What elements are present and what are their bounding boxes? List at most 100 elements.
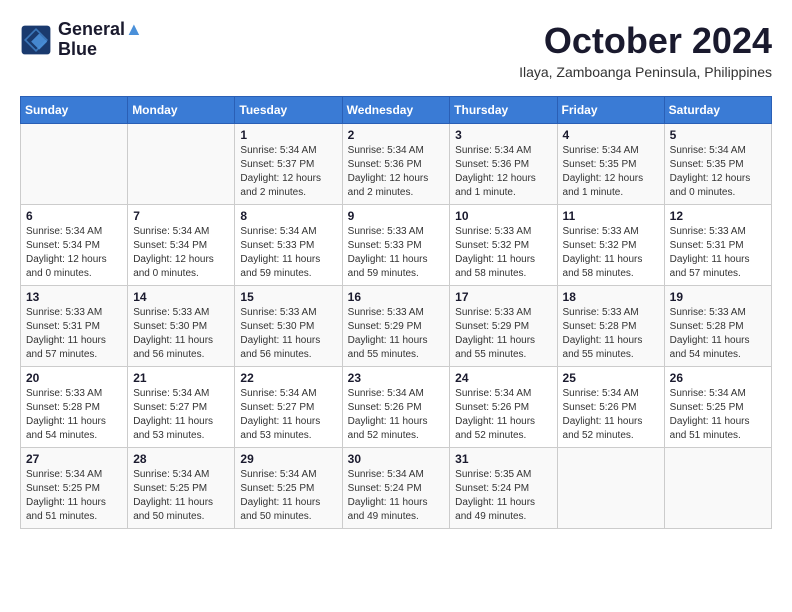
calendar-cell: 4Sunrise: 5:34 AM Sunset: 5:35 PM Daylig… [557,124,664,205]
header-day-wednesday: Wednesday [342,97,450,124]
calendar-cell: 19 Sunrise: 5:33 AM Sunset: 5:28 PM Dayli… [664,286,771,367]
day-info: Sunrise: 5:33 AM Sunset: 5:29 PM Dayligh… [348,306,445,362]
day-info: Sunrise: 5:33 AM Sunset: 5:30 PM Dayligh… [240,306,336,362]
logo-text: General▲ Blue [58,20,143,60]
calendar-cell: 20 Sunrise: 5:33 AM Sunset: 5:28 PM Dayli… [21,367,128,448]
day-number: 7 [133,209,229,223]
day-info: Sunrise: 5:34 AM Sunset: 5:36 PM Dayligh… [348,144,445,200]
calendar-cell: 21 Sunrise: 5:34 AM Sunset: 5:27 PM Dayli… [128,367,235,448]
calendar-cell: 18 Sunrise: 5:33 AM Sunset: 5:28 PM Dayli… [557,286,664,367]
calendar-header: SundayMondayTuesdayWednesdayThursdayFrid… [21,97,772,124]
calendar-cell: 15 Sunrise: 5:33 AM Sunset: 5:30 PM Dayli… [235,286,342,367]
calendar-cell: 10Sunrise: 5:33 AM Sunset: 5:32 PM Dayli… [450,205,557,286]
day-number: 11 [563,209,659,223]
header-day-thursday: Thursday [450,97,557,124]
day-info: Sunrise: 5:33 AM Sunset: 5:31 PM Dayligh… [670,225,766,281]
day-number: 29 [240,452,336,466]
day-number: 2 [348,128,445,142]
day-info: Sunrise: 5:33 AM Sunset: 5:28 PM Dayligh… [670,306,766,362]
day-number: 3 [455,128,551,142]
header-day-sunday: Sunday [21,97,128,124]
day-number: 28 [133,452,229,466]
calendar-cell: 13 Sunrise: 5:33 AM Sunset: 5:31 PM Dayli… [21,286,128,367]
day-info: Sunrise: 5:34 AM Sunset: 5:27 PM Dayligh… [240,387,336,443]
day-number: 21 [133,371,229,385]
calendar-cell: 30Sunrise: 5:34 AM Sunset: 5:24 PM Dayli… [342,448,450,529]
calendar-cell: 6 Sunrise: 5:34 AM Sunset: 5:34 PM Daylig… [21,205,128,286]
day-info: Sunrise: 5:33 AM Sunset: 5:29 PM Dayligh… [455,306,551,362]
day-info: Sunrise: 5:34 AM Sunset: 5:36 PM Dayligh… [455,144,551,200]
day-number: 14 [133,290,229,304]
logo-icon [20,24,52,56]
week-row-2: 6 Sunrise: 5:34 AM Sunset: 5:34 PM Daylig… [21,205,772,286]
day-info: Sunrise: 5:34 AM Sunset: 5:27 PM Dayligh… [133,387,229,443]
day-number: 16 [348,290,445,304]
day-info: Sunrise: 5:34 AM Sunset: 5:26 PM Dayligh… [563,387,659,443]
calendar-cell: 12Sunrise: 5:33 AM Sunset: 5:31 PM Dayli… [664,205,771,286]
day-info: Sunrise: 5:34 AM Sunset: 5:35 PM Dayligh… [563,144,659,200]
calendar-cell: 7 Sunrise: 5:34 AM Sunset: 5:34 PM Daylig… [128,205,235,286]
day-number: 27 [26,452,122,466]
day-number: 31 [455,452,551,466]
calendar-cell [128,124,235,205]
day-info: Sunrise: 5:34 AM Sunset: 5:25 PM Dayligh… [240,468,336,524]
calendar-cell: 9Sunrise: 5:33 AM Sunset: 5:33 PM Daylig… [342,205,450,286]
day-info: Sunrise: 5:34 AM Sunset: 5:35 PM Dayligh… [670,144,766,200]
day-number: 17 [455,290,551,304]
month-title: October 2024 [519,20,772,62]
day-info: Sunrise: 5:34 AM Sunset: 5:25 PM Dayligh… [26,468,122,524]
logo: General▲ Blue [20,20,143,60]
calendar-cell: 1 Sunrise: 5:34 AM Sunset: 5:37 PM Daylig… [235,124,342,205]
week-row-1: 1 Sunrise: 5:34 AM Sunset: 5:37 PM Daylig… [21,124,772,205]
calendar-cell: 2 Sunrise: 5:34 AM Sunset: 5:36 PM Daylig… [342,124,450,205]
day-info: Sunrise: 5:33 AM Sunset: 5:31 PM Dayligh… [26,306,122,362]
calendar-table: SundayMondayTuesdayWednesdayThursdayFrid… [20,96,772,529]
header-day-tuesday: Tuesday [235,97,342,124]
day-info: Sunrise: 5:34 AM Sunset: 5:34 PM Dayligh… [133,225,229,281]
day-number: 1 [240,128,336,142]
day-number: 8 [240,209,336,223]
day-number: 22 [240,371,336,385]
day-info: Sunrise: 5:33 AM Sunset: 5:32 PM Dayligh… [563,225,659,281]
day-number: 25 [563,371,659,385]
calendar-cell: 31 Sunrise: 5:35 AM Sunset: 5:24 PM Dayli… [450,448,557,529]
day-info: Sunrise: 5:34 AM Sunset: 5:25 PM Dayligh… [670,387,766,443]
day-info: Sunrise: 5:33 AM Sunset: 5:28 PM Dayligh… [26,387,122,443]
day-number: 6 [26,209,122,223]
header-day-monday: Monday [128,97,235,124]
calendar-cell: 23Sunrise: 5:34 AM Sunset: 5:26 PM Dayli… [342,367,450,448]
day-number: 19 [670,290,766,304]
calendar-cell: 26Sunrise: 5:34 AM Sunset: 5:25 PM Dayli… [664,367,771,448]
calendar-cell: 3 Sunrise: 5:34 AM Sunset: 5:36 PM Daylig… [450,124,557,205]
day-info: Sunrise: 5:35 AM Sunset: 5:24 PM Dayligh… [455,468,551,524]
calendar-cell: 24Sunrise: 5:34 AM Sunset: 5:26 PM Dayli… [450,367,557,448]
day-info: Sunrise: 5:34 AM Sunset: 5:34 PM Dayligh… [26,225,122,281]
calendar-cell [21,124,128,205]
calendar-cell: 8 Sunrise: 5:34 AM Sunset: 5:33 PM Daylig… [235,205,342,286]
day-number: 20 [26,371,122,385]
day-info: Sunrise: 5:33 AM Sunset: 5:28 PM Dayligh… [563,306,659,362]
calendar-cell: 28 Sunrise: 5:34 AM Sunset: 5:25 PM Dayli… [128,448,235,529]
calendar-cell: 11 Sunrise: 5:33 AM Sunset: 5:32 PM Dayli… [557,205,664,286]
calendar-cell: 14 Sunrise: 5:33 AM Sunset: 5:30 PM Dayli… [128,286,235,367]
day-number: 15 [240,290,336,304]
day-info: Sunrise: 5:34 AM Sunset: 5:33 PM Dayligh… [240,225,336,281]
calendar-cell: 5 Sunrise: 5:34 AM Sunset: 5:35 PM Daylig… [664,124,771,205]
day-info: Sunrise: 5:34 AM Sunset: 5:37 PM Dayligh… [240,144,336,200]
title-block: October 2024 Ilaya, Zamboanga Peninsula,… [519,20,772,80]
day-number: 9 [348,209,445,223]
calendar-body: 1 Sunrise: 5:34 AM Sunset: 5:37 PM Daylig… [21,124,772,529]
day-number: 13 [26,290,122,304]
day-number: 5 [670,128,766,142]
day-number: 23 [348,371,445,385]
page-header: General▲ Blue October 2024 Ilaya, Zamboa… [20,20,772,80]
day-info: Sunrise: 5:34 AM Sunset: 5:25 PM Dayligh… [133,468,229,524]
day-number: 24 [455,371,551,385]
calendar-cell [664,448,771,529]
week-row-5: 27 Sunrise: 5:34 AM Sunset: 5:25 PM Dayli… [21,448,772,529]
day-number: 18 [563,290,659,304]
day-info: Sunrise: 5:33 AM Sunset: 5:30 PM Dayligh… [133,306,229,362]
location-subtitle: Ilaya, Zamboanga Peninsula, Philippines [519,64,772,80]
day-number: 30 [348,452,445,466]
calendar-cell: 25 Sunrise: 5:34 AM Sunset: 5:26 PM Dayli… [557,367,664,448]
